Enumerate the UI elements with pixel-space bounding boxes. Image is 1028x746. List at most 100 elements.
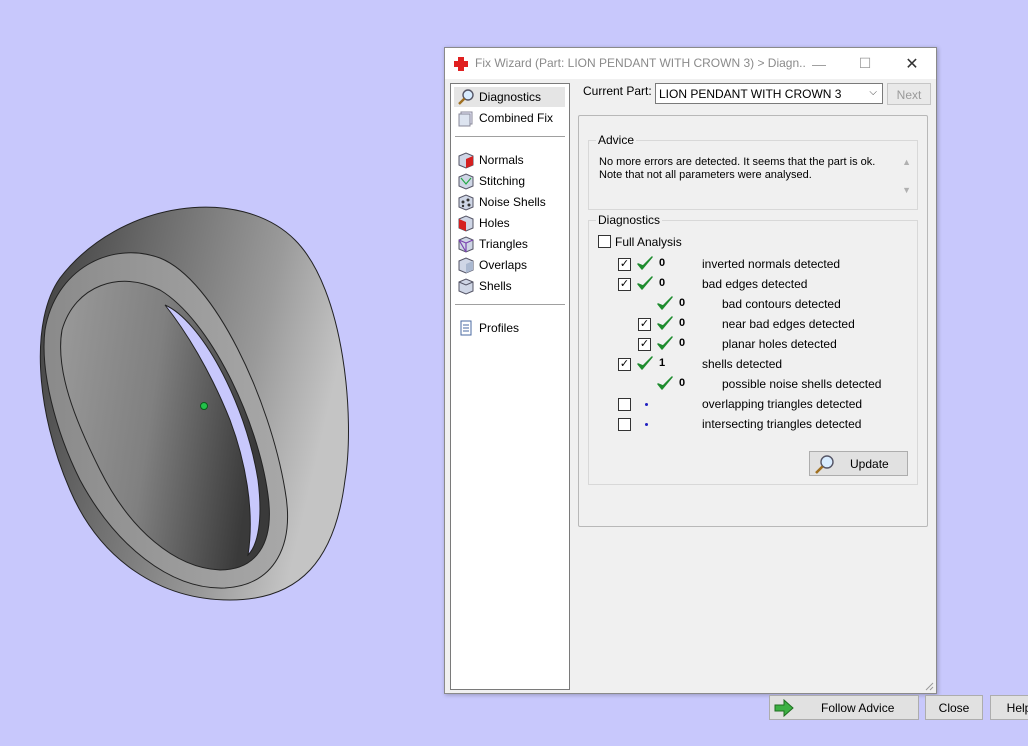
green-check-icon — [657, 296, 673, 310]
advice-line-2: Note that not all parameters were analys… — [599, 169, 812, 181]
diagnostic-label: bad edges detected — [702, 277, 808, 291]
full-analysis-checkbox[interactable] — [598, 235, 611, 248]
diagnostic-checkbox[interactable]: ✓ — [618, 278, 631, 291]
sidebar-item-label: Profiles — [479, 321, 520, 335]
triangles-cube-icon — [458, 236, 474, 253]
main-content: Current Part: LION PENDANT WITH CROWN 3 … — [577, 78, 1028, 720]
green-check-icon — [637, 356, 653, 370]
stitching-cube-icon — [458, 173, 474, 190]
diagnostic-label: bad contours detected — [722, 297, 841, 311]
diagnostic-checkbox[interactable]: ✓ — [618, 258, 631, 271]
maximize-button[interactable]: ☐ — [842, 48, 888, 79]
close-window-button[interactable]: ✕ — [889, 48, 935, 79]
diagnostic-count: 0 — [679, 337, 686, 349]
sidebar-item-label: Diagnostics — [479, 90, 542, 104]
diagnostic-label: intersecting triangles detected — [702, 417, 862, 431]
diagnostic-count: 0 — [659, 257, 666, 269]
pivot-point-marker — [200, 402, 208, 410]
sidebar-separator — [455, 304, 565, 305]
fix-wizard-window: Fix Wizard (Part: LION PENDANT WITH CROW… — [444, 47, 1028, 720]
sidebar-item-combined-fix[interactable]: Combined Fix — [454, 108, 565, 128]
advice-line-1: No more errors are detected. It seems th… — [599, 156, 876, 168]
sidebar-item-label: Noise Shells — [479, 195, 546, 209]
shells-cube-icon — [458, 278, 474, 295]
sidebar-item-label: Overlaps — [479, 258, 528, 272]
follow-advice-label: Follow Advice — [821, 700, 895, 715]
resize-grip-icon[interactable] — [924, 681, 934, 691]
diagnostics-title: Diagnostics — [596, 213, 663, 227]
diagnostic-checkbox[interactable]: ✓ — [618, 358, 631, 371]
sidebar-item-label: Stitching — [479, 174, 526, 188]
diagnostic-checkbox[interactable] — [618, 418, 631, 431]
holes-cube-icon — [458, 215, 474, 232]
diagnostics-group: Diagnostics Full Analysis ✓ 0 inverted nor… — [588, 213, 918, 485]
sidebar-item-normals[interactable]: Normals — [454, 150, 565, 170]
diagnostics-panel: Advice No more errors are detected. It s… — [578, 115, 928, 527]
green-check-icon — [657, 376, 673, 390]
diagnostic-count: 0 — [679, 377, 686, 389]
not-analysed-dot-icon — [645, 403, 648, 406]
diagnostic-count: 0 — [679, 297, 686, 309]
diagnostic-label: planar holes detected — [722, 337, 837, 351]
sidebar-item-shells[interactable]: Shells — [454, 276, 565, 296]
current-part-label: Current Part: — [583, 84, 652, 98]
current-part-value: LION PENDANT WITH CROWN 3 — [659, 87, 842, 101]
green-check-icon — [637, 256, 653, 270]
diagnostic-label: shells detected — [702, 357, 783, 371]
update-button[interactable]: Update — [809, 451, 908, 476]
fix-wizard-sidebar: Diagnostics Combined Fix Normals Stitchi… — [450, 83, 570, 690]
title-bar[interactable]: Fix Wizard (Part: LION PENDANT WITH CROW… — [445, 48, 936, 79]
profiles-document-icon — [460, 320, 472, 336]
sidebar-item-noise-shells[interactable]: Noise Shells — [454, 192, 565, 212]
green-arrow-icon — [774, 698, 794, 717]
diagnostic-checkbox[interactable]: ✓ — [638, 318, 651, 331]
sidebar-item-overlaps[interactable]: Overlaps — [454, 255, 565, 275]
diagnostic-count: 0 — [679, 317, 686, 329]
sidebar-item-label: Normals — [479, 153, 524, 167]
diagnostic-checkbox[interactable]: ✓ — [638, 338, 651, 351]
scroll-up-icon[interactable]: ▲ — [902, 157, 911, 167]
sidebar-item-label: Combined Fix — [479, 111, 554, 125]
follow-advice-button[interactable]: Follow Advice — [769, 695, 919, 720]
ring-model — [39, 206, 349, 601]
diagnostic-label: near bad edges detected — [722, 317, 855, 331]
sidebar-separator — [455, 136, 565, 137]
green-check-icon — [657, 336, 673, 350]
diagnostic-label: possible noise shells detected — [722, 377, 882, 391]
sidebar-item-label: Holes — [479, 216, 510, 230]
sidebar-item-holes[interactable]: Holes — [454, 213, 565, 233]
next-button[interactable]: Next — [887, 83, 931, 105]
green-check-icon — [657, 316, 673, 330]
sidebar-item-label: Triangles — [479, 237, 528, 251]
green-check-icon — [637, 276, 653, 290]
update-button-label: Update — [850, 456, 889, 471]
advice-title: Advice — [596, 133, 637, 147]
advice-text[interactable]: No more errors are detected. It seems th… — [599, 156, 899, 182]
sidebar-item-triangles[interactable]: Triangles — [454, 234, 565, 254]
diagnostic-count: 0 — [659, 277, 666, 289]
sidebar-item-diagnostics[interactable]: Diagnostics — [454, 87, 565, 107]
combined-fix-icon — [458, 111, 473, 127]
close-button[interactable]: Close — [925, 695, 983, 720]
current-part-select[interactable]: LION PENDANT WITH CROWN 3 ⌵ — [655, 83, 883, 104]
chevron-down-icon: ⌵ — [869, 87, 877, 98]
sidebar-item-profiles[interactable]: Profiles — [454, 318, 565, 338]
minimize-button[interactable]: — — [796, 48, 842, 79]
magnifier-icon — [815, 454, 834, 474]
scroll-down-icon[interactable]: ▼ — [902, 185, 911, 195]
sidebar-item-stitching[interactable]: Stitching — [454, 171, 565, 191]
diagnostic-checkbox[interactable] — [618, 398, 631, 411]
help-button[interactable]: Help — [990, 695, 1028, 720]
overlaps-cube-icon — [458, 257, 474, 274]
3d-viewport[interactable] — [0, 0, 440, 746]
normals-cube-icon — [458, 152, 474, 169]
advice-group: Advice No more errors are detected. It s… — [588, 133, 918, 210]
sidebar-item-label: Shells — [479, 279, 512, 293]
red-cross-icon — [454, 57, 468, 71]
full-analysis-label: Full Analysis — [615, 235, 682, 249]
not-analysed-dot-icon — [645, 423, 648, 426]
magnifier-icon — [458, 89, 474, 105]
diagnostic-count: 1 — [659, 357, 666, 369]
diagnostic-label: inverted normals detected — [702, 257, 841, 271]
window-title: Fix Wizard (Part: LION PENDANT WITH CROW… — [475, 56, 805, 70]
